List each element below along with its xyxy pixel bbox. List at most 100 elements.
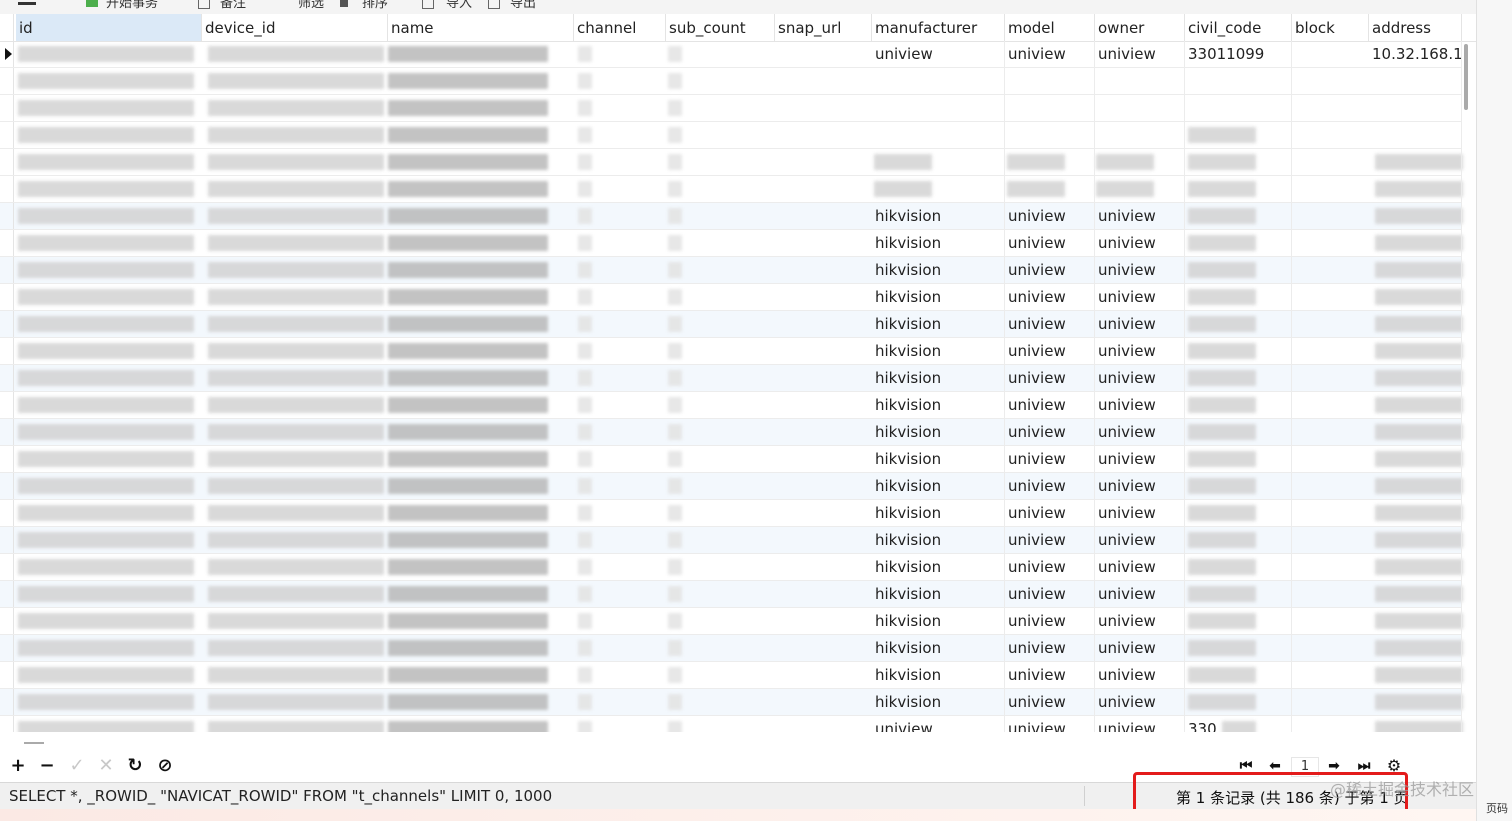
column-header-device-id[interactable]: device_id bbox=[202, 14, 388, 41]
toolbar-import[interactable]: 导入 bbox=[446, 0, 472, 11]
cell-civil-code[interactable] bbox=[1185, 95, 1292, 121]
row-indicator[interactable] bbox=[0, 68, 14, 94]
cell-owner[interactable]: uniview bbox=[1095, 365, 1185, 391]
column-header-sub-count[interactable]: sub_count bbox=[666, 14, 775, 41]
apply-changes-button[interactable]: ✓ bbox=[67, 756, 87, 776]
cell-civil-code[interactable] bbox=[1185, 608, 1292, 634]
cell-civil-code[interactable] bbox=[1185, 473, 1292, 499]
table-row[interactable]: hikvision uniview uniview bbox=[0, 311, 1463, 338]
cell-owner[interactable]: uniview bbox=[1095, 41, 1185, 67]
cell-owner[interactable]: uniview bbox=[1095, 554, 1185, 580]
cell-model[interactable]: uniview bbox=[1005, 635, 1095, 661]
cell-manufacturer[interactable]: hikvision bbox=[872, 365, 1005, 391]
column-header-address[interactable]: address bbox=[1369, 14, 1462, 41]
cell-model[interactable]: uniview bbox=[1005, 203, 1095, 229]
cell-manufacturer[interactable] bbox=[872, 149, 1005, 175]
cell-address[interactable] bbox=[1369, 554, 1462, 580]
cell-civil-code[interactable] bbox=[1185, 230, 1292, 256]
cell-civil-code[interactable] bbox=[1185, 689, 1292, 715]
cell-manufacturer[interactable]: hikvision bbox=[872, 338, 1005, 364]
cell-civil-code[interactable] bbox=[1185, 446, 1292, 472]
cell-address[interactable] bbox=[1369, 716, 1462, 732]
column-header-owner[interactable]: owner bbox=[1095, 14, 1185, 41]
table-row[interactable]: hikvision uniview uniview bbox=[0, 257, 1463, 284]
cell-manufacturer[interactable]: hikvision bbox=[872, 446, 1005, 472]
cell-address[interactable] bbox=[1369, 338, 1462, 364]
cell-manufacturer[interactable] bbox=[872, 95, 1005, 121]
cell-address[interactable] bbox=[1369, 581, 1462, 607]
row-indicator[interactable] bbox=[0, 716, 14, 732]
cell-owner[interactable] bbox=[1095, 122, 1185, 148]
row-indicator[interactable] bbox=[0, 122, 14, 148]
table-row[interactable] bbox=[0, 68, 1462, 95]
table-row[interactable] bbox=[0, 176, 1463, 203]
cell-address[interactable] bbox=[1369, 203, 1462, 229]
refresh-button[interactable]: ↻ bbox=[125, 756, 145, 776]
cell-model[interactable]: uniview bbox=[1005, 284, 1095, 310]
row-indicator[interactable] bbox=[0, 41, 14, 67]
row-indicator[interactable] bbox=[0, 473, 14, 499]
cell-civil-code[interactable] bbox=[1185, 581, 1292, 607]
table-row[interactable]: hikvision uniview uniview bbox=[0, 338, 1463, 365]
cell-manufacturer[interactable]: hikvision bbox=[872, 284, 1005, 310]
cell-owner[interactable]: uniview bbox=[1095, 311, 1185, 337]
row-indicator[interactable] bbox=[0, 392, 14, 418]
table-row[interactable]: hikvision uniview uniview bbox=[0, 446, 1463, 473]
cell-owner[interactable] bbox=[1095, 149, 1185, 175]
cell-address[interactable] bbox=[1369, 122, 1462, 148]
cell-manufacturer[interactable]: hikvision bbox=[872, 662, 1005, 688]
vertical-scrollbar[interactable] bbox=[1464, 44, 1468, 110]
row-indicator[interactable] bbox=[0, 581, 14, 607]
column-header-name[interactable]: name bbox=[388, 14, 574, 41]
cell-address[interactable] bbox=[1369, 68, 1462, 94]
cell-manufacturer[interactable] bbox=[872, 176, 1005, 202]
cell-owner[interactable]: uniview bbox=[1095, 716, 1185, 732]
column-header-snap-url[interactable]: snap_url bbox=[775, 14, 872, 41]
discard-changes-button[interactable]: ✕ bbox=[96, 756, 116, 776]
row-indicator[interactable] bbox=[0, 311, 14, 337]
row-indicator[interactable] bbox=[0, 689, 14, 715]
row-indicator[interactable] bbox=[0, 608, 14, 634]
table-row[interactable]: uniview uniview uniview 33011099 10.32.168.1… bbox=[0, 41, 1462, 68]
cell-manufacturer[interactable]: hikvision bbox=[872, 581, 1005, 607]
cell-owner[interactable]: uniview bbox=[1095, 635, 1185, 661]
row-indicator[interactable] bbox=[0, 338, 14, 364]
cell-civil-code[interactable] bbox=[1185, 149, 1292, 175]
menu-icon[interactable] bbox=[18, 2, 36, 5]
table-row[interactable]: hikvision uniview uniview bbox=[0, 203, 1463, 230]
cell-manufacturer[interactable] bbox=[872, 68, 1005, 94]
cell-address[interactable] bbox=[1369, 311, 1462, 337]
cell-model[interactable]: uniview bbox=[1005, 716, 1095, 732]
toolbar-note[interactable]: 备注 bbox=[220, 0, 246, 11]
cell-model[interactable]: uniview bbox=[1005, 662, 1095, 688]
cell-manufacturer[interactable]: hikvision bbox=[872, 392, 1005, 418]
table-row[interactable]: hikvision uniview uniview bbox=[0, 554, 1463, 581]
row-indicator[interactable] bbox=[0, 95, 14, 121]
cell-manufacturer[interactable]: hikvision bbox=[872, 554, 1005, 580]
cell-owner[interactable]: uniview bbox=[1095, 500, 1185, 526]
cell-address[interactable] bbox=[1369, 608, 1462, 634]
add-record-button[interactable]: + bbox=[8, 756, 28, 776]
table-row[interactable] bbox=[0, 122, 1462, 149]
table-row[interactable] bbox=[0, 95, 1462, 122]
cell-civil-code[interactable] bbox=[1185, 419, 1292, 445]
cell-manufacturer[interactable] bbox=[872, 122, 1005, 148]
cell-address[interactable] bbox=[1369, 392, 1462, 418]
cell-manufacturer[interactable]: hikvision bbox=[872, 635, 1005, 661]
column-header-id[interactable]: id bbox=[16, 14, 202, 41]
toolbar-filter[interactable]: 筛选 bbox=[298, 0, 324, 11]
row-indicator[interactable] bbox=[0, 149, 14, 175]
cell-civil-code[interactable] bbox=[1185, 68, 1292, 94]
cell-model[interactable]: uniview bbox=[1005, 554, 1095, 580]
table-row[interactable] bbox=[0, 149, 1463, 176]
table-row[interactable]: hikvision uniview uniview bbox=[0, 581, 1463, 608]
cell-owner[interactable]: uniview bbox=[1095, 608, 1185, 634]
column-header-civil-code[interactable]: civil_code bbox=[1185, 14, 1292, 41]
cell-address[interactable] bbox=[1369, 230, 1462, 256]
cell-owner[interactable]: uniview bbox=[1095, 581, 1185, 607]
table-row[interactable]: hikvision uniview uniview bbox=[0, 608, 1463, 635]
table-row[interactable]: hikvision uniview uniview bbox=[0, 284, 1463, 311]
delete-record-button[interactable]: − bbox=[37, 756, 57, 776]
cell-address[interactable] bbox=[1369, 527, 1462, 553]
data-grid[interactable]: id device_id name channel sub_count snap… bbox=[0, 14, 1476, 732]
